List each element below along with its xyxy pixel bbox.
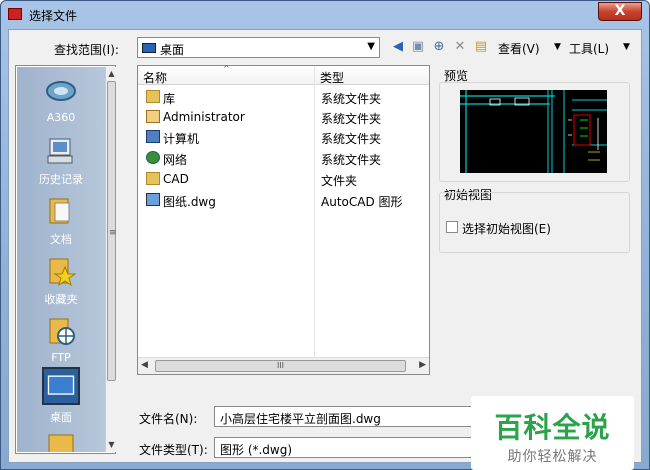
favorites-icon: [49, 258, 77, 287]
search-web-icon[interactable]: ⊕: [430, 39, 448, 55]
scroll-up-icon[interactable]: ▲: [106, 67, 117, 81]
place-favorites[interactable]: 收藏夹: [17, 255, 105, 307]
watermark: 百科全说 助你轻松解决: [471, 396, 634, 470]
up-folder-icon[interactable]: ▣: [409, 39, 427, 55]
views-dropdown-icon[interactable]: ▼: [554, 42, 561, 52]
lookin-label: 查找范围(I):: [54, 43, 119, 57]
file-type: AutoCAD 图形: [321, 195, 403, 209]
file-name: CAD: [163, 172, 189, 186]
place-label: 文档: [50, 233, 72, 246]
history-icon: [47, 138, 73, 164]
scroll-down-icon[interactable]: ▼: [106, 438, 117, 452]
file-name: 网络: [163, 153, 188, 167]
ftp-icon: [49, 318, 75, 345]
file-name: 库: [163, 92, 176, 106]
place-label: FTP: [51, 351, 71, 364]
dialog-client: 查找范围(I): 桌面 ▼ ◀ ▣ ⊕ ✕ ▤ 查看(V) ▼ 工具(L) ▼ …: [8, 29, 642, 470]
hscroll-thumb[interactable]: III: [155, 360, 406, 372]
filename-label: 文件名(N):: [139, 412, 198, 426]
places-bar: A360 历史记录 文档 收藏夹 FTP 桌面 ▲ ≡ ▼: [15, 65, 117, 454]
back-icon[interactable]: ◀: [389, 39, 407, 55]
places-list: A360 历史记录 文档 收藏夹 FTP 桌面: [17, 67, 105, 452]
drawing-thumbnail-icon: [460, 90, 607, 173]
file-name: Administrator: [163, 110, 245, 124]
file-type: 系统文件夹: [321, 153, 382, 167]
folder-icon: [146, 172, 160, 185]
file-list-header: ^ 名称 类型: [138, 64, 429, 86]
filetype-value: 图形 (*.dwg): [220, 443, 293, 457]
grip-icon: ≡: [109, 228, 117, 238]
views-menu[interactable]: 查看(V): [498, 40, 540, 57]
file-list[interactable]: ^ 名称 类型 库 系统文件夹 Administrator 系统文件夹 计算机 …: [137, 64, 430, 375]
scroll-thumb[interactable]: ≡: [107, 81, 117, 381]
place-a360[interactable]: A360: [17, 75, 105, 124]
place-ftp[interactable]: FTP: [17, 315, 105, 364]
a360-icon: [46, 81, 76, 101]
dialog-window: 选择文件 X 查找范围(I): 桌面 ▼ ◀ ▣ ⊕ ✕ ▤ 查看(V) ▼ 工…: [0, 0, 650, 470]
title-bar[interactable]: 选择文件 X: [1, 1, 649, 28]
file-list-hscrollbar[interactable]: ◀ III ▶: [138, 357, 429, 374]
close-button[interactable]: X: [598, 2, 642, 21]
file-row[interactable]: 计算机 系统文件夹: [138, 127, 429, 147]
file-type: 系统文件夹: [321, 92, 382, 106]
app-icon: [8, 8, 22, 20]
user-folder-icon: [146, 110, 160, 123]
place-label: A360: [46, 111, 76, 124]
place-label: 历史记录: [39, 173, 83, 186]
tools-dropdown-icon[interactable]: ▼: [623, 42, 630, 52]
file-type: 文件夹: [321, 174, 358, 188]
places-scrollbar[interactable]: ▲ ≡ ▼: [105, 67, 117, 452]
folder-icon: [48, 434, 74, 452]
file-row[interactable]: 库 系统文件夹: [138, 87, 429, 107]
documents-icon: [49, 198, 70, 224]
file-row[interactable]: 图纸.dwg AutoCAD 图形: [138, 190, 429, 210]
network-icon: [146, 151, 160, 164]
desktop-icon: [142, 43, 156, 53]
file-row[interactable]: CAD 文件夹: [138, 169, 429, 189]
dwg-file-icon: [146, 193, 160, 206]
library-icon: [146, 90, 160, 103]
place-label: 桌面: [50, 411, 72, 424]
watermark-subtitle: 助你轻松解决: [507, 449, 598, 465]
file-name: 图纸.dwg: [163, 195, 216, 209]
file-type: 系统文件夹: [321, 112, 382, 126]
new-folder-icon[interactable]: ▤: [472, 39, 490, 55]
place-more[interactable]: [17, 429, 105, 452]
initial-view-checkbox[interactable]: [446, 221, 458, 233]
preview-image: [460, 90, 607, 173]
file-type: 系统文件夹: [321, 132, 382, 146]
file-row[interactable]: 网络 系统文件夹: [138, 148, 429, 168]
delete-icon[interactable]: ✕: [451, 39, 469, 55]
computer-icon: [146, 130, 160, 143]
window-title: 选择文件: [29, 9, 78, 23]
column-header-type[interactable]: 类型: [320, 69, 344, 86]
desktop-icon: [42, 367, 80, 405]
scroll-left-icon[interactable]: ◀: [141, 360, 148, 370]
sort-caret-icon: ^: [223, 64, 230, 73]
place-desktop[interactable]: 桌面: [17, 367, 105, 425]
place-label: 收藏夹: [44, 293, 78, 306]
place-documents[interactable]: 文档: [17, 195, 105, 247]
filetype-label: 文件类型(T):: [139, 443, 208, 457]
initial-view-checkbox-label[interactable]: 选择初始视图(E): [462, 220, 551, 237]
watermark-title: 百科全说: [494, 411, 611, 444]
file-row[interactable]: Administrator 系统文件夹: [138, 107, 429, 127]
lookin-value: 桌面: [160, 43, 185, 57]
file-name: 计算机: [163, 132, 200, 146]
lookin-combo[interactable]: 桌面 ▼: [137, 37, 380, 58]
column-header-name[interactable]: 名称: [143, 69, 167, 86]
tools-menu[interactable]: 工具(L): [569, 40, 609, 57]
chevron-down-icon[interactable]: ▼: [367, 41, 375, 52]
place-history[interactable]: 历史记录: [17, 135, 105, 187]
scroll-right-icon[interactable]: ▶: [419, 360, 426, 370]
